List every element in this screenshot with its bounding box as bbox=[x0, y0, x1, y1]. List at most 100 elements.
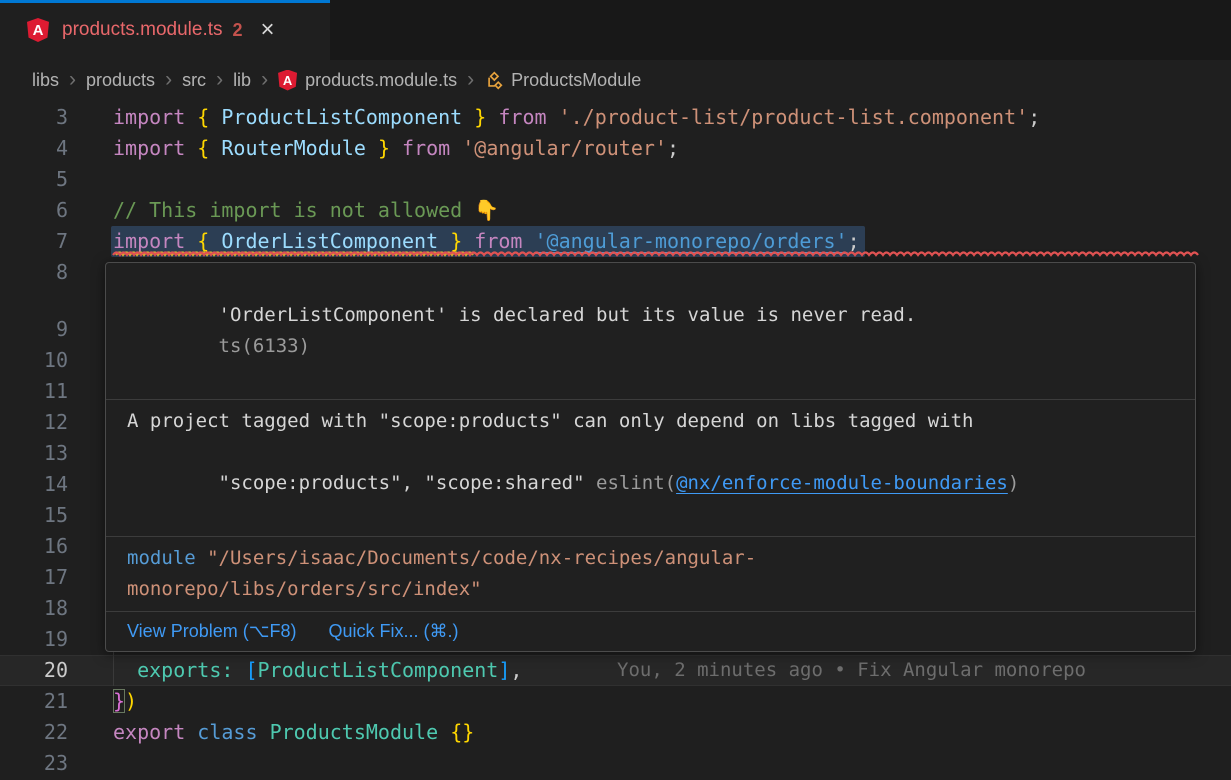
code-token bbox=[185, 136, 197, 160]
code-line[interactable]: 3 import { ProductListComponent } from '.… bbox=[0, 102, 1231, 133]
code-token: [ bbox=[245, 658, 257, 682]
line-number[interactable]: 8 bbox=[0, 257, 100, 288]
code-token: , bbox=[510, 658, 522, 682]
line-number[interactable]: 10 bbox=[0, 345, 100, 376]
line-number[interactable]: 4 bbox=[0, 133, 100, 164]
code-line[interactable]: 4 import { RouterModule } from '@angular/… bbox=[0, 133, 1231, 164]
line-number[interactable]: 12 bbox=[0, 407, 100, 438]
tab-products-module[interactable]: A products.module.ts 2 × bbox=[0, 0, 330, 60]
eslint-rule-link[interactable]: @nx/enforce-module-boundaries bbox=[676, 472, 1008, 494]
code-token bbox=[209, 136, 221, 160]
line-number[interactable]: 22 bbox=[0, 717, 100, 748]
chevron-right-icon: › bbox=[261, 71, 268, 89]
close-tab-icon[interactable]: × bbox=[261, 18, 275, 42]
code-token: { bbox=[197, 136, 209, 160]
quick-fix-action[interactable]: Quick Fix... (⌘.) bbox=[328, 621, 458, 642]
code-content: import { ProductListComponent } from './… bbox=[113, 102, 1040, 133]
line-number[interactable]: 3 bbox=[0, 102, 100, 133]
code-token: } bbox=[474, 105, 486, 129]
code-token: import bbox=[113, 136, 185, 160]
code-token: ProductListComponent bbox=[221, 105, 462, 129]
line-number[interactable]: 18 bbox=[0, 593, 100, 624]
code-token: from bbox=[402, 136, 450, 160]
module-path-line1: "/Users/isaac/Documents/code/nx-recipes/… bbox=[196, 547, 757, 569]
line-number[interactable]: 15 bbox=[0, 500, 100, 531]
eslint-source-prefix: eslint( bbox=[596, 472, 676, 494]
code-line[interactable]: 22 export class ProductsModule {} bbox=[0, 717, 1231, 748]
code-token: ; bbox=[667, 136, 679, 160]
angular-file-icon: A bbox=[27, 18, 49, 42]
code-token: class bbox=[197, 720, 257, 744]
line-number[interactable]: 11 bbox=[0, 376, 100, 407]
hover-actions-bar: View Problem (⌥F8) Quick Fix... (⌘.) bbox=[106, 612, 1195, 651]
code-line[interactable]: 21}) bbox=[0, 686, 1231, 717]
line-number[interactable]: 13 bbox=[0, 438, 100, 469]
code-token bbox=[438, 229, 450, 253]
angular-file-icon: A bbox=[278, 70, 297, 91]
tab-problem-count-badge: 2 bbox=[233, 20, 243, 41]
eslint-message-line2: "scope:products", "scope:shared" bbox=[219, 472, 597, 494]
code-token bbox=[113, 658, 137, 682]
ts-diagnostic-message: 'OrderListComponent' is declared but its… bbox=[219, 304, 917, 326]
breadcrumb-item-libs[interactable]: libs bbox=[32, 70, 59, 91]
code-token: exports: bbox=[137, 658, 233, 682]
line-number[interactable]: 9 bbox=[0, 314, 100, 345]
class-symbol-icon bbox=[484, 71, 503, 90]
problem-hover-popup: 'OrderListComponent' is declared but its… bbox=[105, 262, 1196, 652]
breadcrumb-item-symbol[interactable]: ProductsModule bbox=[511, 70, 641, 91]
code-line[interactable]: 7 import { OrderListComponent } from '@an… bbox=[0, 226, 1231, 257]
code-token bbox=[450, 136, 462, 160]
code-line[interactable]: 20 exports: [ProductListComponent],You, … bbox=[0, 655, 1231, 686]
line-number[interactable]: 19 bbox=[0, 624, 100, 655]
tab-title: products.module.ts bbox=[62, 19, 223, 41]
hover-ts-diagnostic: 'OrderListComponent' is declared but its… bbox=[106, 263, 1195, 400]
code-content: }) bbox=[113, 686, 137, 717]
code-token bbox=[185, 105, 197, 129]
vscode-window: A products.module.ts 2 × libs › products… bbox=[0, 0, 1231, 780]
breadcrumb-item-lib[interactable]: lib bbox=[233, 70, 251, 91]
code-token: import bbox=[113, 105, 185, 129]
module-specifier-link[interactable]: '@angular-monorepo/orders' bbox=[535, 229, 848, 253]
code-content: import { OrderListComponent } from '@ang… bbox=[113, 226, 865, 257]
code-token bbox=[366, 136, 378, 160]
eslint-message-line1: A project tagged with "scope:products" c… bbox=[127, 406, 1174, 437]
code-token: {} bbox=[450, 720, 474, 744]
code-token: import bbox=[113, 229, 185, 253]
line-number[interactable]: 14 bbox=[0, 469, 100, 500]
breadcrumb-item-file[interactable]: products.module.ts bbox=[305, 70, 457, 91]
code-token bbox=[462, 229, 474, 253]
chevron-right-icon: › bbox=[467, 71, 474, 89]
code-token bbox=[390, 136, 402, 160]
code-token: } bbox=[113, 689, 125, 713]
code-token: { bbox=[197, 105, 209, 129]
chevron-right-icon: › bbox=[165, 71, 172, 89]
line-number[interactable]: 21 bbox=[0, 686, 100, 717]
line-number[interactable]: 7 bbox=[0, 226, 100, 257]
line-number[interactable]: 5 bbox=[0, 164, 100, 195]
line-number[interactable]: 17 bbox=[0, 562, 100, 593]
ts-diagnostic-code: ts(6133) bbox=[219, 335, 311, 357]
code-line[interactable]: 23 bbox=[0, 748, 1231, 779]
code-token: from bbox=[498, 105, 546, 129]
code-line[interactable]: 6 // This import is not allowed 👇 bbox=[0, 195, 1231, 226]
code-content: export class ProductsModule {} bbox=[113, 717, 474, 748]
code-content: exports: [ProductListComponent], bbox=[113, 655, 522, 686]
code-token: ) bbox=[125, 689, 137, 713]
hover-module-info: module "/Users/isaac/Documents/code/nx-r… bbox=[106, 537, 1195, 612]
line-number[interactable]: 16 bbox=[0, 531, 100, 562]
breadcrumb-item-products[interactable]: products bbox=[86, 70, 155, 91]
chevron-right-icon: › bbox=[216, 71, 223, 89]
view-problem-action[interactable]: View Problem (⌥F8) bbox=[127, 621, 296, 642]
code-token: // This import is not allowed 👇 bbox=[113, 198, 499, 222]
active-tab-accent bbox=[0, 0, 330, 3]
code-content: import { RouterModule } from '@angular/r… bbox=[113, 133, 679, 164]
line-number[interactable]: 23 bbox=[0, 748, 100, 779]
line-number[interactable]: 6 bbox=[0, 195, 100, 226]
code-token: ProductsModule bbox=[270, 720, 439, 744]
code-line[interactable]: 5 bbox=[0, 164, 1231, 195]
breadcrumb-item-src[interactable]: src bbox=[182, 70, 206, 91]
code-token bbox=[209, 105, 221, 129]
code-token bbox=[185, 720, 197, 744]
line-number[interactable]: 20 bbox=[0, 655, 100, 686]
code-token: } bbox=[378, 136, 390, 160]
